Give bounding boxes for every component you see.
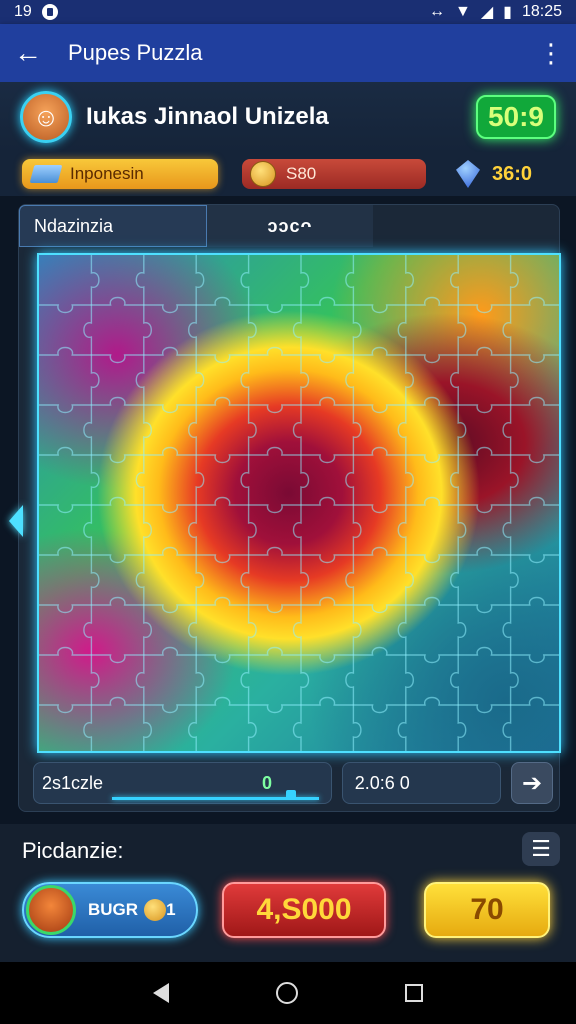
progress-row: 2s1czle 0 2.0:6 0 ➔ — [33, 761, 553, 805]
info-row: Inponesin S80 36:0 — [0, 152, 576, 196]
boost-suffix: 1 — [166, 900, 176, 919]
previous-arrow-icon[interactable] — [9, 505, 23, 537]
coin-icon — [250, 161, 276, 187]
section-label: Picdanzie: — [22, 838, 124, 863]
progress-label: 2s1czle — [42, 772, 104, 793]
country-pill[interactable]: Inponesin — [22, 159, 218, 189]
progress-knob[interactable] — [285, 790, 296, 800]
status-time-right: 18:25 — [521, 3, 562, 20]
progress-value: 0 — [262, 772, 273, 793]
puzzle-board-panel: Ndazinzia ᴐᴐᴄᴖ 2s1czle 0 2.0:6 0 ➔ — [9, 204, 561, 812]
app-title: Pupes Puzzla — [68, 40, 203, 65]
more-vert-icon[interactable]: ⋮ — [538, 38, 564, 69]
nav-home-icon[interactable] — [275, 982, 298, 1004]
system-nav-bar — [0, 962, 576, 1024]
signal-icon: ◢ — [480, 4, 494, 21]
tab-left[interactable]: Ndazinzia — [19, 205, 207, 247]
boost-button[interactable]: BUGR 1 — [22, 882, 198, 938]
gems-counter[interactable]: 36:0 — [456, 160, 532, 188]
gold-button[interactable]: 70 — [424, 882, 550, 938]
vibrate-icon: ↔ — [428, 3, 445, 20]
puzzle-grid — [39, 255, 559, 751]
notification-icon — [41, 4, 58, 20]
arrow-right-icon[interactable]: ➔ — [511, 762, 553, 804]
flag-icon — [29, 165, 63, 183]
score-value: 2.0:6 0 — [354, 772, 410, 793]
nav-back-icon[interactable] — [153, 983, 170, 1003]
gems-value: 36:0 — [492, 162, 533, 185]
app-bar: ← Pupes Puzzla ⋮ — [0, 24, 576, 82]
boost-label: BUGR — [88, 900, 139, 919]
country-label: Inponesin — [70, 164, 144, 183]
arrow-left-icon[interactable]: ← — [14, 37, 54, 69]
status-right: ↔ ▼ ◢ ▮ 18:25 — [429, 2, 562, 22]
bottom-buttons: BUGR 1 4,S000 70 — [22, 880, 554, 940]
player-name: Iukas Jinnaol Unizela — [86, 103, 329, 130]
player-avatar[interactable]: ☺ — [20, 91, 72, 143]
status-time-left: 19 — [14, 3, 32, 20]
nav-recent-icon[interactable] — [404, 984, 423, 1002]
menu-icon[interactable]: ☰ — [522, 832, 560, 866]
gem-icon — [456, 160, 480, 188]
status-left: 19 — [14, 3, 58, 21]
status-bar: 19 ↔ ▼ ◢ ▮ 18:25 — [0, 0, 576, 24]
coin-icon — [144, 899, 167, 921]
coins-pill[interactable]: S80 — [242, 159, 426, 189]
jigsaw-puzzle-board[interactable] — [37, 253, 561, 753]
battery-icon: ▮ — [503, 4, 512, 21]
score-box: 2.0:6 0 — [341, 762, 502, 804]
wifi-icon: ▼ — [454, 3, 471, 20]
boost-avatar — [26, 885, 76, 935]
coins-value: S80 — [286, 164, 317, 183]
player-header: ☺ Iukas Jinnaol Unizela 50:9 — [0, 82, 576, 152]
progress-box: 2s1czle 0 — [33, 762, 332, 804]
coins-button[interactable]: 4,S000 — [222, 882, 386, 938]
tab-right[interactable]: ᴐᴐᴄᴖ — [207, 205, 373, 247]
board-tabs: Ndazinzia ᴐᴐᴄᴖ — [19, 205, 561, 247]
timer-badge: 50:9 — [475, 95, 556, 139]
bottom-section: Picdanzie: ☰ BUGR 1 4,S000 70 — [0, 824, 576, 962]
